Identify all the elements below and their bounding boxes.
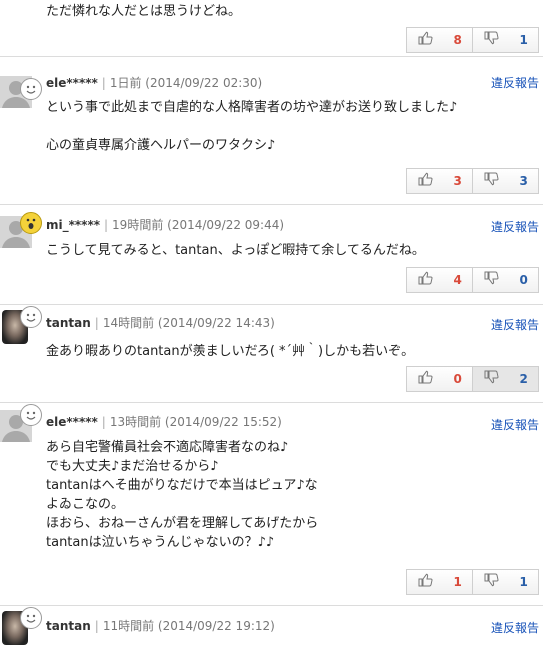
bad-button[interactable]: 0 <box>473 267 539 293</box>
good-count: 4 <box>453 273 462 287</box>
thumbs-up-icon <box>417 171 433 191</box>
smile-face-icon <box>20 607 42 629</box>
comment-item: mi_***** | 19時間前 (2014/09/22 09:44) 違反報告 こ… <box>0 204 543 305</box>
comment-item: ただ憐れな人だとは思うけどね。 8 1 <box>0 0 543 57</box>
post-time: 11時間前 (2014/09/22 19:12) <box>102 619 275 633</box>
comment-line <box>46 117 537 136</box>
comment-line: こうして見てみると、tantan、よっぽど暇持て余してるんだね。 <box>46 243 425 258</box>
comment-body: こうして見てみると、tantan、よっぽど暇持て余してるんだね。 <box>46 241 537 260</box>
bad-button[interactable]: 3 <box>473 168 539 194</box>
report-link[interactable]: 違反報告 <box>491 619 539 636</box>
comment-body: 金あり暇ありのtantanが羨ましいだろ( *´艸｀)しかも若いぞ。 <box>46 342 537 361</box>
comment-meta: ele***** | 13時間前 (2014/09/22 15:52) <box>46 415 282 429</box>
bad-button[interactable]: 1 <box>473 27 539 53</box>
avatar[interactable] <box>0 306 42 344</box>
thumbs-up-icon <box>417 572 433 592</box>
good-button[interactable]: 1 <box>406 569 473 595</box>
username[interactable]: tantan <box>46 316 91 330</box>
bad-count: 2 <box>519 372 528 386</box>
good-button[interactable]: 8 <box>406 27 473 53</box>
username[interactable]: ele***** <box>46 415 98 429</box>
good-count: 8 <box>453 33 462 47</box>
good-button[interactable]: 4 <box>406 267 473 293</box>
avatar[interactable] <box>0 210 42 248</box>
comment-line: あら自宅警備員社会不適応障害者なのね♪ <box>46 440 289 455</box>
bad-count: 1 <box>519 33 528 47</box>
comment-line: tantanは泣いちゃうんじゃないの？♪♪ <box>46 535 275 550</box>
thumbs-up-icon <box>417 270 433 290</box>
post-time: 1日前 (2014/09/22 02:30) <box>109 76 263 90</box>
comment-body: あら自宅警備員社会不適応障害者なのね♪ でも大丈夫♪まだ治せるから♪ tanta… <box>46 438 537 552</box>
bad-count: 0 <box>519 273 528 287</box>
comment-line: よゐこなの。 <box>46 497 125 512</box>
comment-item: ele***** | 13時間前 (2014/09/22 15:52) 違反報告 あ… <box>0 402 543 606</box>
bad-count: 3 <box>519 174 528 188</box>
comment-item: tantan | 11時間前 (2014/09/22 19:12) 違反報告 <box>0 605 543 645</box>
post-time: 13時間前 (2014/09/22 15:52) <box>109 415 282 429</box>
good-button[interactable]: 0 <box>406 366 473 392</box>
username[interactable]: mi_***** <box>46 218 100 232</box>
comment-line: という事で此処まで自虐的な人格障害者の坊や達がお送り致しました♪ <box>46 100 458 115</box>
comment-meta: tantan | 11時間前 (2014/09/22 19:12) <box>46 619 275 633</box>
good-count: 3 <box>453 174 462 188</box>
comment-line: ほおら、おねーさんが君を理解してあげたから <box>46 516 319 531</box>
good-count: 1 <box>453 575 462 589</box>
report-link[interactable]: 違反報告 <box>491 316 539 333</box>
post-time: 14時間前 (2014/09/22 14:43) <box>102 316 275 330</box>
bad-button[interactable]: 2 <box>473 366 539 392</box>
avatar[interactable] <box>0 404 42 442</box>
thumbs-down-icon <box>483 30 499 50</box>
comment-item: tantan | 14時間前 (2014/09/22 14:43) 違反報告 金あり… <box>0 304 543 403</box>
thumbs-up-icon <box>417 30 433 50</box>
comment-line: ただ憐れな人だとは思うけどね。 <box>46 4 242 19</box>
thumbs-up-icon <box>417 369 433 389</box>
smile-face-icon <box>20 404 42 426</box>
comment-meta: mi_***** | 19時間前 (2014/09/22 09:44) <box>46 218 285 232</box>
thumbs-down-icon <box>483 572 499 592</box>
comment-line: tantanはへそ曲がりなだけで本当はピュア♪な <box>46 478 318 493</box>
report-link[interactable]: 違反報告 <box>491 74 539 91</box>
username[interactable]: tantan <box>46 619 91 633</box>
thumbs-down-icon <box>483 171 499 191</box>
avatar[interactable] <box>0 607 42 645</box>
smile-face-icon <box>20 306 42 328</box>
vote-box: 4 0 <box>406 267 539 293</box>
comment-item: ele***** | 1日前 (2014/09/22 02:30) 違反報告 という… <box>0 56 543 205</box>
bad-count: 1 <box>519 575 528 589</box>
bad-button[interactable]: 1 <box>473 569 539 595</box>
comment-line: でも大丈夫♪まだ治せるから♪ <box>46 459 219 474</box>
comment-line: 心の童貞専属介護ヘルパーのワタクシ♪ <box>46 138 276 153</box>
comment-body: ただ憐れな人だとは思うけどね。 <box>46 2 537 21</box>
surprised-face-icon <box>20 212 42 234</box>
report-link[interactable]: 違反報告 <box>491 218 539 235</box>
vote-box: 0 2 <box>406 366 539 392</box>
vote-box: 8 1 <box>406 27 539 53</box>
vote-box: 1 1 <box>406 569 539 595</box>
comment-meta: ele***** | 1日前 (2014/09/22 02:30) <box>46 76 263 90</box>
comment-body: という事で此処まで自虐的な人格障害者の坊や達がお送り致しました♪ 心の童貞専属介… <box>46 98 537 155</box>
thumbs-down-icon <box>483 270 499 290</box>
good-button[interactable]: 3 <box>406 168 473 194</box>
vote-box: 3 3 <box>406 168 539 194</box>
report-link[interactable]: 違反報告 <box>491 416 539 433</box>
thumbs-down-icon <box>483 369 499 389</box>
comment-meta: tantan | 14時間前 (2014/09/22 14:43) <box>46 316 275 330</box>
smile-face-icon <box>20 78 42 100</box>
post-time: 19時間前 (2014/09/22 09:44) <box>112 218 285 232</box>
username[interactable]: ele***** <box>46 76 98 90</box>
avatar[interactable] <box>0 70 42 108</box>
good-count: 0 <box>453 372 462 386</box>
comment-line: 金あり暇ありのtantanが羨ましいだろ( *´艸｀)しかも若いぞ。 <box>46 344 415 359</box>
